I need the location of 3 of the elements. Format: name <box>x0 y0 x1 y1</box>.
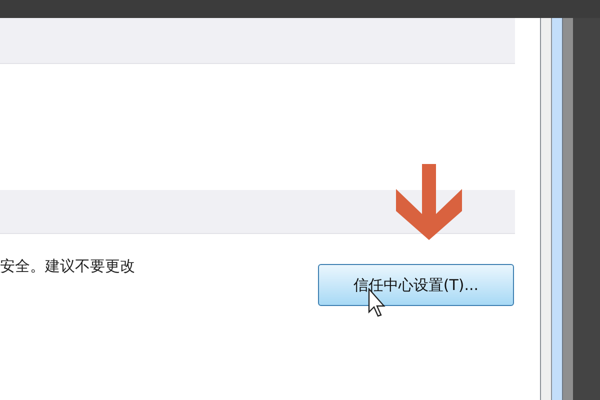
trust-center-settings-button[interactable]: 信任中心设置(T)... <box>318 264 514 306</box>
down-arrow-icon <box>394 164 464 240</box>
description-text: 安全。建议不要更改 <box>0 256 135 276</box>
